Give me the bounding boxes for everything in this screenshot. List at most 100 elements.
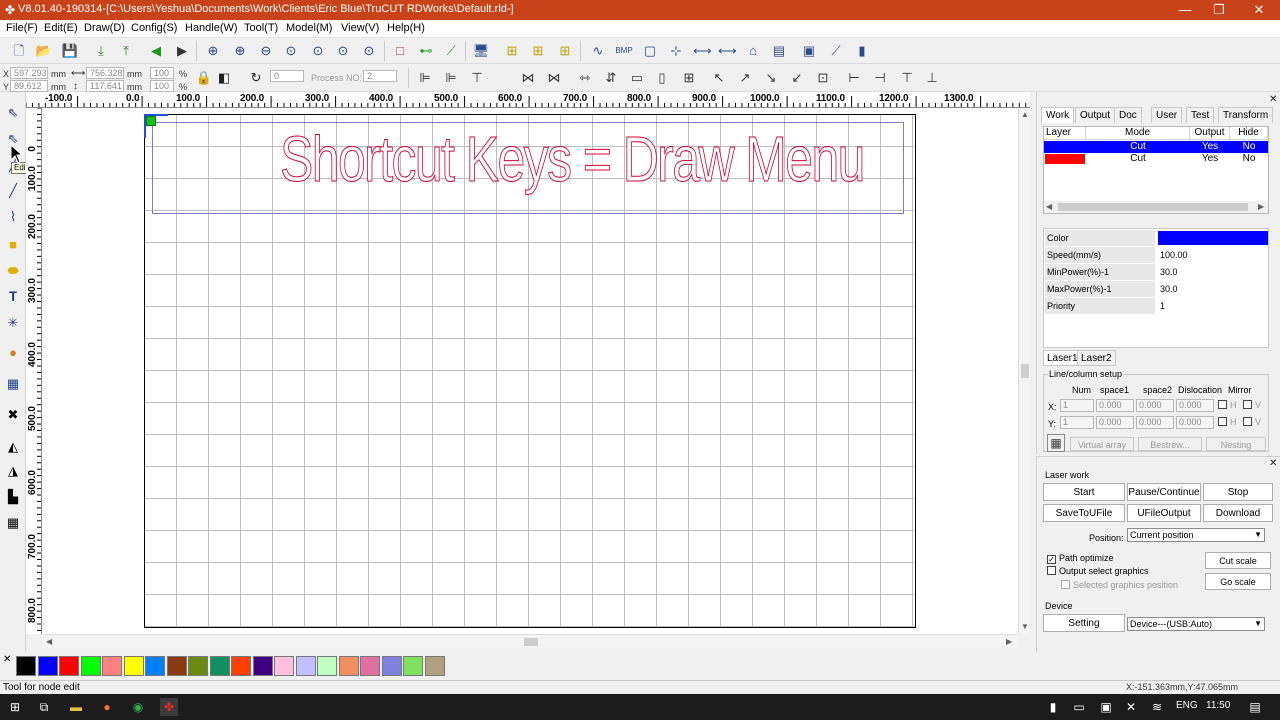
panel-close-icon[interactable]: ✕ xyxy=(1269,94,1277,105)
color-swatch[interactable] xyxy=(231,656,251,676)
same-size-icon[interactable]: ⊞ xyxy=(680,69,698,87)
y-dislocation-field[interactable]: 0.000 xyxy=(1176,416,1214,429)
prop-color-value[interactable] xyxy=(1158,231,1268,245)
tab-laser1[interactable]: Laser1 xyxy=(1043,350,1082,366)
align-hcenter-icon[interactable]: ⋈ xyxy=(519,69,537,87)
task-view-icon[interactable]: ⧉ xyxy=(35,698,53,716)
y-mirror-h[interactable]: H xyxy=(1218,417,1237,427)
laser-head-icon[interactable]: ⌂ xyxy=(744,42,762,60)
save-icon[interactable]: 💾 xyxy=(61,42,79,60)
path-optimize-checkbox[interactable]: ✓ xyxy=(1047,555,1056,564)
scroll-right-icon[interactable]: ▶ xyxy=(1258,202,1264,211)
scroll-left-icon[interactable]: ◀ xyxy=(1046,202,1052,211)
color-swatch[interactable] xyxy=(37,656,58,676)
h-mirror-tool-icon[interactable]: ◭ xyxy=(4,438,22,456)
mirror-v-checkbox[interactable] xyxy=(1243,417,1252,426)
mirror-v-checkbox[interactable] xyxy=(1243,400,1252,409)
save-to-ufile-button[interactable]: SaveToUFile xyxy=(1043,504,1125,522)
align-right-icon[interactable]: ⊫ xyxy=(442,69,460,87)
rectangle-tool-icon[interactable]: ■ xyxy=(4,236,22,254)
bottom-left-icon[interactable]: ↙ xyxy=(788,69,806,87)
language-indicator[interactable]: ENG xyxy=(1176,700,1198,711)
color-swatch[interactable] xyxy=(16,656,36,676)
node-icon[interactable]: ⊹ xyxy=(667,42,685,60)
zoom-out-icon[interactable]: ⊖ xyxy=(257,42,275,60)
scroll-up-icon[interactable]: ▲ xyxy=(1021,110,1029,119)
scroll-thumb[interactable] xyxy=(1021,364,1029,378)
x-mirror-v[interactable]: V xyxy=(1243,400,1261,410)
tab-transform[interactable]: Transform xyxy=(1218,107,1274,123)
maximize-button[interactable]: ❐ xyxy=(1200,0,1238,20)
tab-laser2[interactable]: Laser2 xyxy=(1077,350,1116,366)
menu-file[interactable]: File(F) xyxy=(6,22,38,34)
width-field[interactable]: 756.328 xyxy=(86,67,124,79)
export-icon[interactable]: ⤒ xyxy=(117,42,135,60)
color-swatch[interactable] xyxy=(424,656,445,676)
setting-button[interactable]: Setting xyxy=(1043,614,1125,632)
curve-tool-icon[interactable]: ⌇ xyxy=(4,208,22,226)
menu-model[interactable]: Model(M) xyxy=(286,22,332,34)
table-row[interactable]: Cut Yes No xyxy=(1044,153,1268,165)
h-distribute-icon[interactable]: ⇿ xyxy=(576,69,594,87)
zoom-page-icon[interactable]: ⊙ xyxy=(309,42,327,60)
tab-user[interactable]: User xyxy=(1151,107,1183,123)
undo-icon[interactable]: ◀ xyxy=(147,42,165,60)
import-icon[interactable]: ⤓ xyxy=(92,42,110,60)
open-folder-icon[interactable]: 📂 xyxy=(35,42,53,60)
new-file-icon[interactable]: 🗋 xyxy=(10,42,28,60)
layer-scrollbar[interactable]: ◀ ▶ xyxy=(1044,201,1268,213)
height-field[interactable]: 117.641 xyxy=(86,80,124,92)
color-swatch[interactable] xyxy=(102,656,122,676)
cut-scale-button[interactable]: Cut scale xyxy=(1205,552,1271,569)
bottom-right-icon[interactable]: ↘ xyxy=(762,69,780,87)
prop-priority-value[interactable]: 1 xyxy=(1158,298,1165,314)
output-select-checkbox[interactable] xyxy=(1047,566,1056,575)
tab-work[interactable]: Work xyxy=(1041,107,1075,123)
y-num-field[interactable]: 1 xyxy=(1060,416,1094,429)
y-mirror-v[interactable]: V xyxy=(1243,417,1261,427)
windows-start-icon[interactable]: ⊞ xyxy=(6,698,24,716)
device-select[interactable]: Device---(USB:Auto) ▼ xyxy=(1127,617,1265,631)
drawing-canvas[interactable]: Shortcut Keys = Draw Menu xyxy=(42,108,1018,634)
chrome-icon[interactable]: ◉ xyxy=(129,698,147,716)
menu-tool[interactable]: Tool(T) xyxy=(244,22,278,34)
scroll-thumb[interactable] xyxy=(524,638,538,646)
color-swatch[interactable] xyxy=(274,656,294,676)
lock-icon[interactable]: 🔒 xyxy=(195,69,213,87)
selected-position-option[interactable]: Selected graphics position xyxy=(1061,580,1178,590)
no-color-icon[interactable]: ✕ xyxy=(3,654,11,665)
same-width-icon[interactable]: ▭ xyxy=(628,69,646,87)
tab-test[interactable]: Test xyxy=(1186,107,1215,123)
polyline-tool-icon[interactable]: ╱ xyxy=(4,182,22,200)
zoom-select-icon[interactable]: ⊙ xyxy=(334,42,352,60)
y-space1-field[interactable]: 0.000 xyxy=(1096,416,1134,429)
same-height-icon[interactable]: ▯ xyxy=(653,69,671,87)
point-tool-icon[interactable]: ✳ xyxy=(4,314,22,332)
array-preview-icon[interactable]: ▦ xyxy=(1047,434,1065,452)
wifi-icon[interactable]: ≋ xyxy=(1148,698,1166,716)
rotate-field[interactable]: 0 xyxy=(270,70,304,82)
align-left-icon[interactable]: ⊫ xyxy=(416,69,434,87)
scroll-down-icon[interactable]: ▼ xyxy=(1021,622,1029,631)
prop-speed-value[interactable]: 100.00 xyxy=(1158,247,1188,263)
menu-config[interactable]: Config(S) xyxy=(131,22,177,34)
ruler-icon[interactable]: ▮ xyxy=(853,42,871,60)
x-field[interactable]: 597.293 xyxy=(10,67,48,79)
select-rect-icon[interactable]: □ xyxy=(391,42,409,60)
v-distribute-icon[interactable]: ⇵ xyxy=(602,69,620,87)
monitor-icon[interactable]: 🖥 xyxy=(472,42,490,60)
bottom-edge-icon[interactable]: ⊥ xyxy=(923,69,941,87)
scroll-right-icon[interactable]: ▶ xyxy=(1006,637,1012,646)
mirror-h-checkbox[interactable] xyxy=(1218,417,1227,426)
laser-position-tool-icon[interactable]: ● xyxy=(4,344,22,362)
frame-icon[interactable]: ▢ xyxy=(641,42,659,60)
selected-position-checkbox[interactable] xyxy=(1061,580,1070,589)
document-icon[interactable]: ▤ xyxy=(770,42,788,60)
color-swatch[interactable] xyxy=(166,656,187,676)
close-button[interactable]: ✕ xyxy=(1240,0,1278,20)
file-explorer-icon[interactable]: ▬ xyxy=(67,698,85,716)
offset-tool-icon[interactable]: ▙ xyxy=(4,488,22,506)
origin-marker[interactable] xyxy=(146,116,156,126)
ungroup-icon[interactable]: ⊞ xyxy=(529,42,547,60)
y-field[interactable]: 89.612 xyxy=(10,80,48,92)
